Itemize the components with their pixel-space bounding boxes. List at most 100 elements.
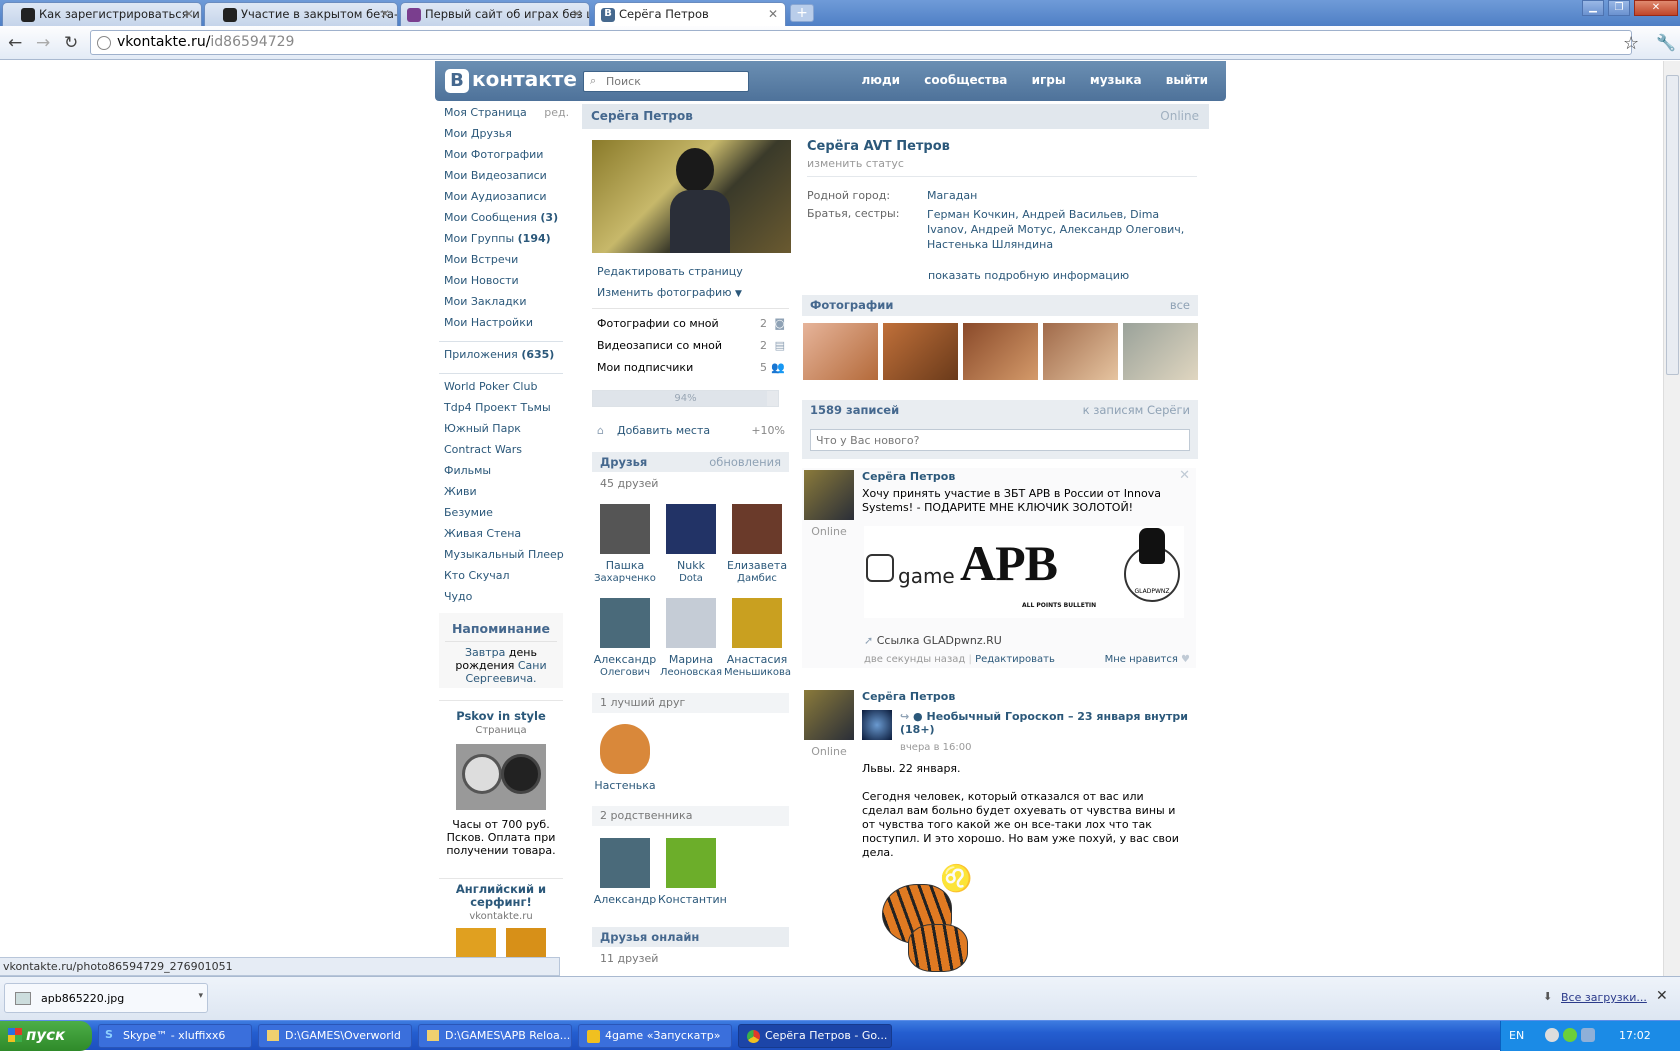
photo-thumb[interactable]: [883, 323, 958, 380]
avatar[interactable]: [804, 690, 854, 740]
delete-post-icon[interactable]: ✕: [1179, 468, 1190, 483]
nav-apps[interactable]: Приложения (635): [439, 348, 563, 369]
browser-tab[interactable]: Как зарегистрироваться и ак ✕: [2, 2, 202, 26]
friends-count[interactable]: 45 друзей: [600, 477, 658, 490]
post-author[interactable]: Серёга Петров: [862, 690, 955, 703]
app-link[interactable]: Contract Wars: [439, 443, 563, 464]
wall-post-input[interactable]: Что у Вас нового?: [810, 429, 1190, 451]
friend-item[interactable]: Анастасия Меньшикова: [724, 598, 791, 679]
show-info-link[interactable]: показать подробную информацию: [928, 269, 1197, 282]
post-time[interactable]: две секунды назад: [864, 654, 965, 665]
photo-thumb[interactable]: [963, 323, 1038, 380]
nav-bookmarks[interactable]: Мои Закладки: [439, 295, 563, 316]
photo-thumb[interactable]: [1043, 323, 1118, 380]
close-icon[interactable]: ✕: [768, 7, 778, 21]
tray-icon[interactable]: [1545, 1028, 1559, 1042]
close-window-button[interactable]: ✕: [1634, 0, 1678, 16]
siblings-links[interactable]: Герман Кочкин, Андрей Васильев, Dima Iva…: [927, 207, 1187, 252]
wall-header[interactable]: 1589 записей к записям Серёги: [802, 400, 1198, 421]
all-downloads-link[interactable]: Все загрузки...: [1561, 991, 1647, 1004]
post-image[interactable]: ♌: [872, 864, 992, 976]
avatar[interactable]: [600, 504, 650, 554]
edit-link[interactable]: ред.: [544, 106, 569, 119]
star-icon[interactable]: ☆: [1623, 33, 1639, 54]
maximize-button[interactable]: ❐: [1608, 0, 1630, 16]
close-shelf-icon[interactable]: ✕: [1656, 988, 1668, 1004]
nav-friends[interactable]: Мои Друзья: [439, 127, 563, 148]
app-link[interactable]: Tdp4 Проект Тьмы: [439, 401, 563, 422]
photos-all-link[interactable]: все: [1170, 298, 1190, 312]
change-photo-link[interactable]: Изменить фотографию: [597, 286, 731, 299]
menu-games[interactable]: игры: [1032, 73, 1066, 87]
post-author[interactable]: Серёга Петров: [862, 470, 955, 483]
status-input[interactable]: изменить статус: [807, 157, 1197, 177]
network-icon[interactable]: [1581, 1028, 1595, 1042]
app-link[interactable]: Кто Скучал: [439, 569, 563, 590]
menu-communities[interactable]: сообщества: [924, 73, 1007, 87]
photos-with-me-link[interactable]: Фотографии со мной 2 ◙: [592, 317, 789, 339]
app-link[interactable]: Южный Парк: [439, 422, 563, 443]
download-item[interactable]: apb865220.jpg ▾: [4, 983, 208, 1013]
nav-settings[interactable]: Мои Настройки: [439, 316, 563, 337]
app-link[interactable]: Музыкальный Плеер: [439, 548, 564, 569]
avatar[interactable]: [666, 838, 716, 888]
scrollbar-thumb[interactable]: [1666, 75, 1679, 375]
friend-item[interactable]: Елизавета Дамбис: [724, 504, 790, 585]
menu-logout[interactable]: выйти: [1166, 73, 1208, 87]
app-link[interactable]: World Poker Club: [439, 380, 563, 401]
close-icon[interactable]: ✕: [572, 7, 582, 21]
post-link[interactable]: ➚ Ссылка GLADpwnz.RU: [864, 634, 1002, 647]
dropdown-arrow-icon[interactable]: ▾: [198, 991, 203, 1001]
close-icon[interactable]: ✕: [380, 7, 390, 21]
friend-item[interactable]: Пашка Захарченко: [592, 504, 658, 585]
friends-updates-link[interactable]: обновления: [709, 455, 781, 469]
app-link[interactable]: Живи: [439, 485, 563, 506]
clock[interactable]: 17:02: [1619, 1029, 1651, 1042]
avatar[interactable]: [804, 470, 854, 520]
subscribers-link[interactable]: Мои подписчики 5 👥: [592, 361, 789, 383]
tray-icon[interactable]: [1563, 1028, 1577, 1042]
nav-my-page[interactable]: Моя Страница ред.: [439, 106, 569, 127]
avatar[interactable]: [600, 598, 650, 648]
avatar[interactable]: [600, 838, 650, 888]
taskbar-item[interactable]: S Skype™ - xluffixx6: [98, 1024, 252, 1048]
browser-tab[interactable]: Первый сайт об играх без це ✕: [400, 2, 590, 26]
friend-item[interactable]: Настенька: [592, 724, 658, 792]
back-icon[interactable]: ←: [8, 33, 22, 53]
profile-photo[interactable]: [592, 140, 791, 253]
avatar[interactable]: [732, 504, 782, 554]
repost-source[interactable]: ↪ ● Необычный Гороскоп – 23 января внутр…: [900, 710, 1190, 736]
start-button[interactable]: пуск: [0, 1021, 92, 1051]
nav-groups[interactable]: Мои Группы (194): [439, 232, 563, 253]
menu-music[interactable]: музыка: [1090, 73, 1142, 87]
nav-videos[interactable]: Мои Видеозаписи: [439, 169, 563, 190]
friends-section-header[interactable]: Друзья обновления: [592, 452, 789, 472]
avatar[interactable]: [666, 598, 716, 648]
avatar[interactable]: [600, 724, 650, 774]
friend-item[interactable]: Александр Олегович: [592, 598, 658, 679]
relative-item[interactable]: Константин: [658, 838, 727, 906]
wrench-icon[interactable]: 🔧: [1656, 33, 1676, 52]
app-link[interactable]: Безумие: [439, 506, 563, 527]
nav-audio[interactable]: Мои Аудиозаписи: [439, 190, 563, 211]
taskbar-item[interactable]: D:\GAMES\Overworld: [258, 1024, 412, 1048]
ad-block[interactable]: Pskov in style Страница Часы от 700 руб.…: [439, 700, 563, 872]
browser-tab[interactable]: Участие в закрытом бета-те ✕: [204, 2, 398, 26]
add-place-link[interactable]: Добавить места: [617, 424, 710, 437]
taskbar-item[interactable]: D:\GAMES\APB Reloa...: [418, 1024, 572, 1048]
app-link[interactable]: Живая Стена: [439, 527, 563, 548]
new-tab-button[interactable]: +: [790, 4, 814, 22]
search-input[interactable]: ⌕ Поиск: [583, 71, 749, 92]
photo-thumb[interactable]: [803, 323, 878, 380]
edit-page-link[interactable]: Редактировать страницу: [597, 265, 743, 278]
nav-photos[interactable]: Мои Фотографии: [439, 148, 563, 169]
close-icon[interactable]: ✕: [184, 7, 194, 21]
ad-title[interactable]: Английский и серфинг!: [439, 883, 563, 909]
wall-records-link[interactable]: к записям Серёги: [1083, 403, 1190, 417]
ad-image[interactable]: [456, 744, 546, 810]
repost-avatar[interactable]: [862, 710, 892, 740]
taskbar-item-active[interactable]: Серёга Петров - Go...: [738, 1024, 892, 1048]
vk-logo[interactable]: Вконтакте: [445, 67, 577, 93]
relative-item[interactable]: Александр: [592, 838, 658, 906]
repost-time[interactable]: вчера в 16:00: [900, 742, 972, 753]
